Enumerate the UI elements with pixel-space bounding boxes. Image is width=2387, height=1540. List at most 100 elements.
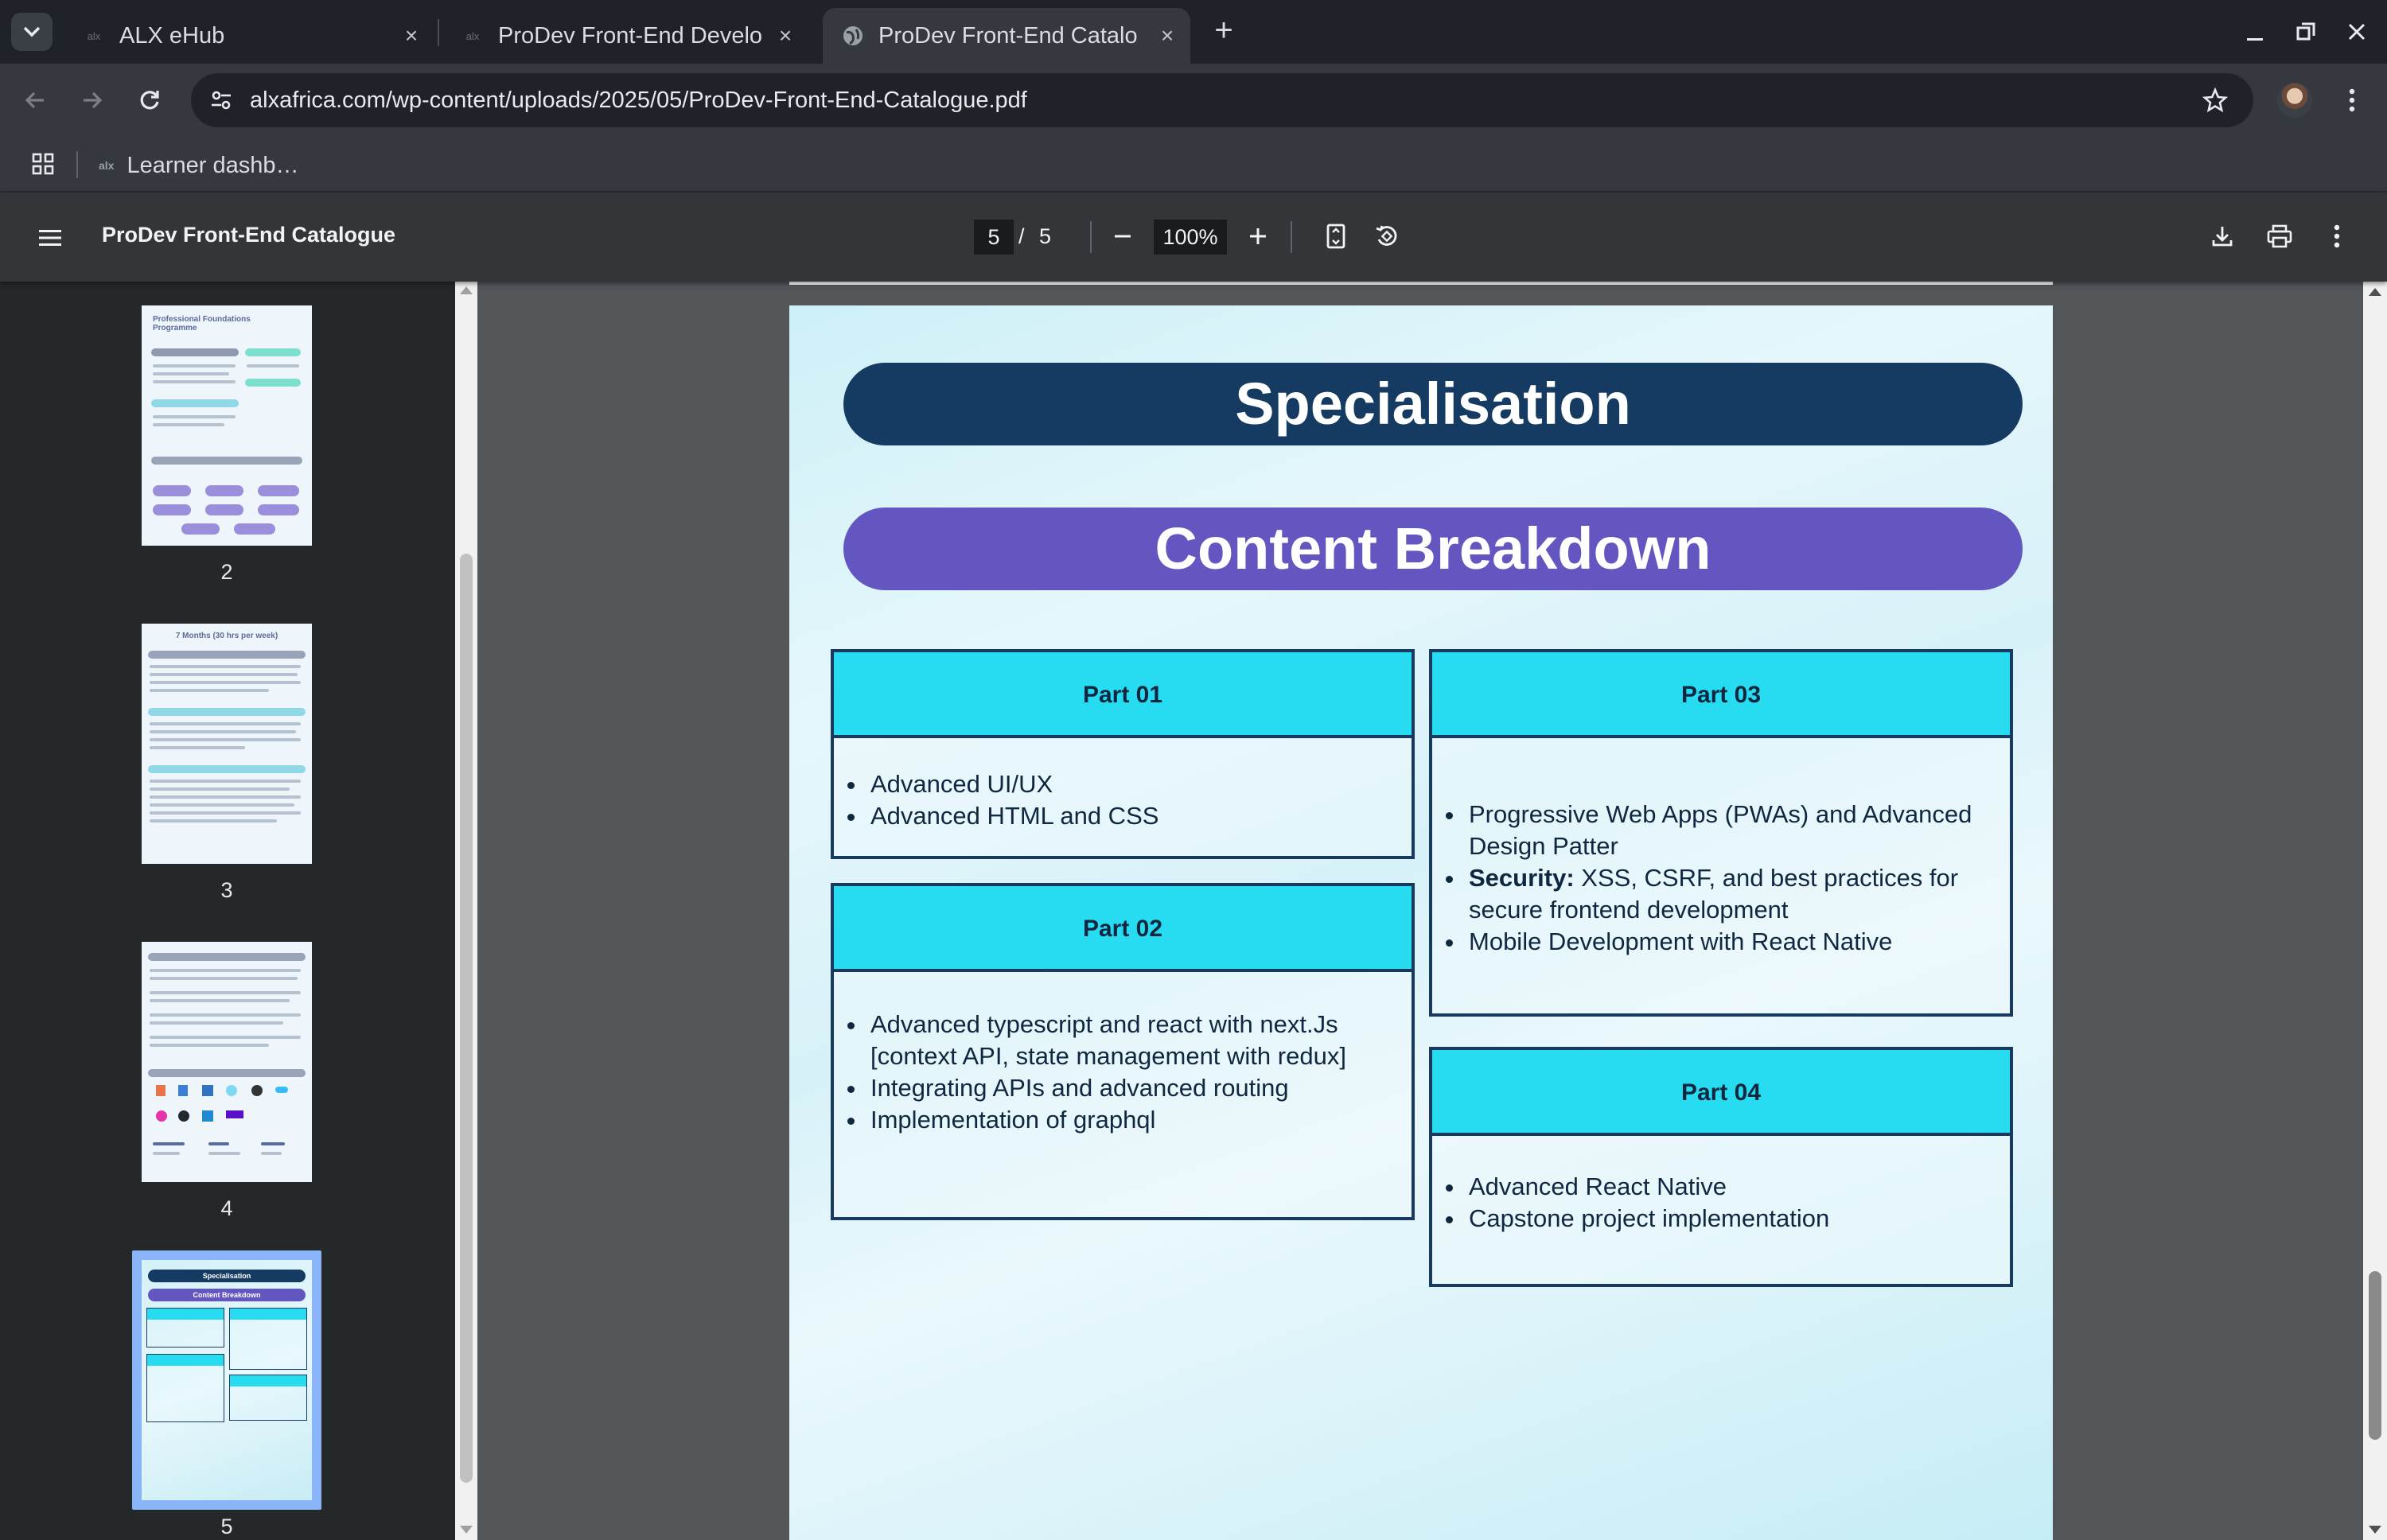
thumbnail-page-number: 3	[220, 878, 233, 902]
toolbar-separator	[1291, 221, 1292, 253]
document-scrollbar[interactable]	[2363, 282, 2387, 1540]
toolbar-separator	[1090, 221, 1092, 253]
thumbnail-subheading: Content Breakdown	[148, 1289, 306, 1301]
thumbnail-line	[150, 819, 277, 822]
part-03-title: Part 03	[1432, 652, 2010, 738]
tab-alx-ehub[interactable]: alx ALX eHub ×	[64, 8, 434, 64]
arrow-right-icon	[84, 91, 103, 109]
sidebar-toggle-button[interactable]	[32, 220, 68, 256]
thumbnail-line	[150, 1021, 283, 1025]
thumbnail-bar	[148, 651, 306, 659]
rotate-button[interactable]	[1369, 218, 1405, 255]
close-icon[interactable]: ×	[399, 24, 423, 48]
zoom-input[interactable]: 100%	[1154, 220, 1227, 255]
bookmark-star-icon[interactable]	[2199, 84, 2231, 116]
thumbnail-part-header	[147, 1309, 224, 1320]
print-icon	[2267, 224, 2292, 248]
thumbnail-line	[208, 1142, 229, 1145]
address-bar[interactable]: alxafrica.com/wp-content/uploads/2025/05…	[191, 73, 2253, 127]
thumbnail-line	[150, 681, 301, 684]
restore-button[interactable]	[2288, 16, 2323, 48]
list-item: Security: XSS, CSRF, and best practices …	[1466, 862, 1986, 926]
page-thumbnail-5[interactable]: Specialisation Content Breakdown	[142, 1260, 312, 1500]
thumbnail-pill	[153, 504, 191, 515]
part-02-list: Advanced typescript and react with next.…	[867, 1009, 1364, 1136]
part-04-list: Advanced React Native Capstone project i…	[1466, 1171, 1994, 1235]
more-vert-icon	[2334, 224, 2340, 248]
page-number-input[interactable]: 5	[974, 220, 1014, 255]
thumbnail-sidebar: Professional Foundations Programme 2 7 M…	[0, 282, 477, 1540]
thumbnail-title: 7 Months (30 hrs per week)	[175, 632, 278, 640]
thumbnail-line	[150, 722, 301, 725]
page-thumbnail-3[interactable]: 7 Months (30 hrs per week)	[142, 624, 312, 864]
download-button[interactable]	[2204, 218, 2241, 255]
fit-page-button[interactable]	[1318, 218, 1354, 255]
tab-title: ALX eHub	[119, 22, 225, 49]
close-icon	[2348, 23, 2366, 41]
thumbnail-line	[150, 665, 301, 668]
zoom-in-button[interactable]	[1240, 218, 1276, 255]
page-thumbnail-4[interactable]	[142, 942, 312, 1182]
thumbnail-line	[150, 730, 296, 733]
minimize-button[interactable]	[2237, 16, 2272, 48]
scroll-up-arrow-icon[interactable]	[460, 286, 473, 294]
browser-menu-button[interactable]	[2336, 81, 2368, 119]
forward-button[interactable]	[73, 81, 111, 119]
thumbnail-line	[150, 991, 301, 994]
part-02-title: Part 02	[834, 886, 1412, 972]
list-item: Advanced typescript and react with next.…	[867, 1009, 1364, 1072]
tab-strip: alx ALX eHub × alx ProDev Front-End Deve…	[0, 0, 2387, 64]
scrollbar-thumb[interactable]	[2369, 1271, 2381, 1440]
thumbnail-line	[153, 1152, 180, 1155]
thumbnail-line	[150, 999, 290, 1002]
minimize-icon	[2247, 38, 2263, 41]
thumbnail-title: Professional Foundations Programme	[153, 315, 251, 332]
new-tab-button[interactable]: +	[1208, 14, 1240, 46]
site-info-icon[interactable]	[205, 84, 237, 116]
thumbnail-bar	[151, 348, 239, 356]
thumbnail-part-header	[147, 1355, 224, 1366]
profile-avatar[interactable]	[2277, 83, 2312, 118]
pdf-more-button[interactable]	[2319, 218, 2355, 255]
thumbnail-line	[150, 969, 301, 972]
thumbnail-line	[150, 1036, 301, 1039]
list-item: Capstone project implementation	[1466, 1203, 1994, 1235]
tailwind-icon	[275, 1087, 288, 1093]
print-button[interactable]	[2261, 218, 2298, 255]
bookmark-learner-dashboard[interactable]: alx Learner dashb…	[99, 150, 299, 181]
content-breakdown-heading: Content Breakdown	[843, 508, 2023, 590]
scrollbar-thumb[interactable]	[460, 554, 473, 1483]
back-button[interactable]	[16, 81, 54, 119]
close-window-button[interactable]	[2339, 16, 2374, 48]
globe-icon	[842, 25, 864, 47]
alx-logo-icon: alx	[87, 29, 101, 42]
react-icon	[226, 1085, 237, 1096]
scroll-up-arrow-icon[interactable]	[2369, 288, 2381, 296]
scroll-down-arrow-icon[interactable]	[460, 1526, 473, 1534]
chevron-down-icon	[23, 26, 41, 37]
tab-prodev-catalogue[interactable]: ProDev Front-End Catalo ×	[823, 8, 1190, 64]
apps-grid-icon[interactable]	[27, 148, 59, 180]
thumbnail-line	[208, 1152, 240, 1155]
part-02-box: Part 02 Advanced typescript and react wi…	[831, 883, 1415, 1220]
scroll-down-arrow-icon[interactable]	[2369, 1526, 2381, 1534]
part-03-list: Progressive Web Apps (PWAs) and Advanced…	[1466, 799, 1986, 958]
thumbnail-pill	[181, 523, 220, 535]
thumbnail-line	[150, 780, 301, 783]
list-item: Progressive Web Apps (PWAs) and Advanced…	[1466, 799, 1986, 862]
close-icon[interactable]: ×	[1155, 24, 1179, 48]
thumbnail-line	[150, 738, 301, 741]
arrow-left-icon	[25, 91, 44, 109]
zoom-out-button[interactable]	[1104, 218, 1141, 255]
reload-button[interactable]	[130, 81, 169, 119]
security-label: Security:	[1469, 864, 1575, 892]
page-thumbnail-2[interactable]: Professional Foundations Programme	[142, 305, 312, 546]
tab-search-button[interactable]	[11, 13, 53, 51]
pwa-icon	[226, 1110, 243, 1118]
thumbnail-scrollbar[interactable]	[455, 282, 477, 1540]
specialisation-heading: Specialisation	[843, 363, 2023, 445]
thumbnail-line	[153, 372, 229, 375]
tab-prodev-develop[interactable]: alx ProDev Front-End Develo ×	[442, 8, 808, 64]
tab-title: ProDev Front-End Catalo	[878, 22, 1138, 49]
close-icon[interactable]: ×	[773, 24, 797, 48]
